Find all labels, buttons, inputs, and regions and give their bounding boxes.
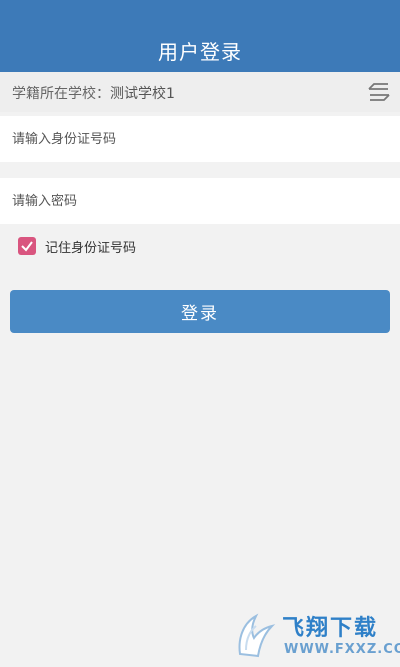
school-label: 学籍所在学校： <box>12 86 110 102</box>
school-name: 测试学校1 <box>110 86 175 102</box>
login-screen: 用户登录 学籍所在学校：测试学校1 记住身份证号码 登录 飞翔下载 WWW.FX… <box>0 0 400 667</box>
remember-label: 记住身份证号码 <box>45 240 137 256</box>
school-row: 学籍所在学校：测试学校1 <box>0 72 400 112</box>
watermark-logo-icon <box>238 613 276 658</box>
login-button[interactable]: 登录 <box>10 290 390 333</box>
header-bar: 用户登录 <box>0 0 400 72</box>
remember-checkbox[interactable] <box>18 237 36 255</box>
watermark: 飞翔下载 WWW.FXXZ.COM <box>234 608 400 663</box>
switch-school-icon[interactable] <box>366 81 392 103</box>
page-title: 用户登录 <box>158 40 242 64</box>
id-number-input[interactable] <box>0 116 400 162</box>
school-info: 学籍所在学校：测试学校1 <box>12 83 175 103</box>
remember-id-toggle[interactable]: 记住身份证号码 <box>18 236 136 256</box>
watermark-brand: 飞翔下载 <box>282 616 379 641</box>
password-input[interactable] <box>0 178 400 224</box>
checkmark-icon <box>21 241 33 252</box>
watermark-url: WWW.FXXZ.COM <box>284 642 400 657</box>
